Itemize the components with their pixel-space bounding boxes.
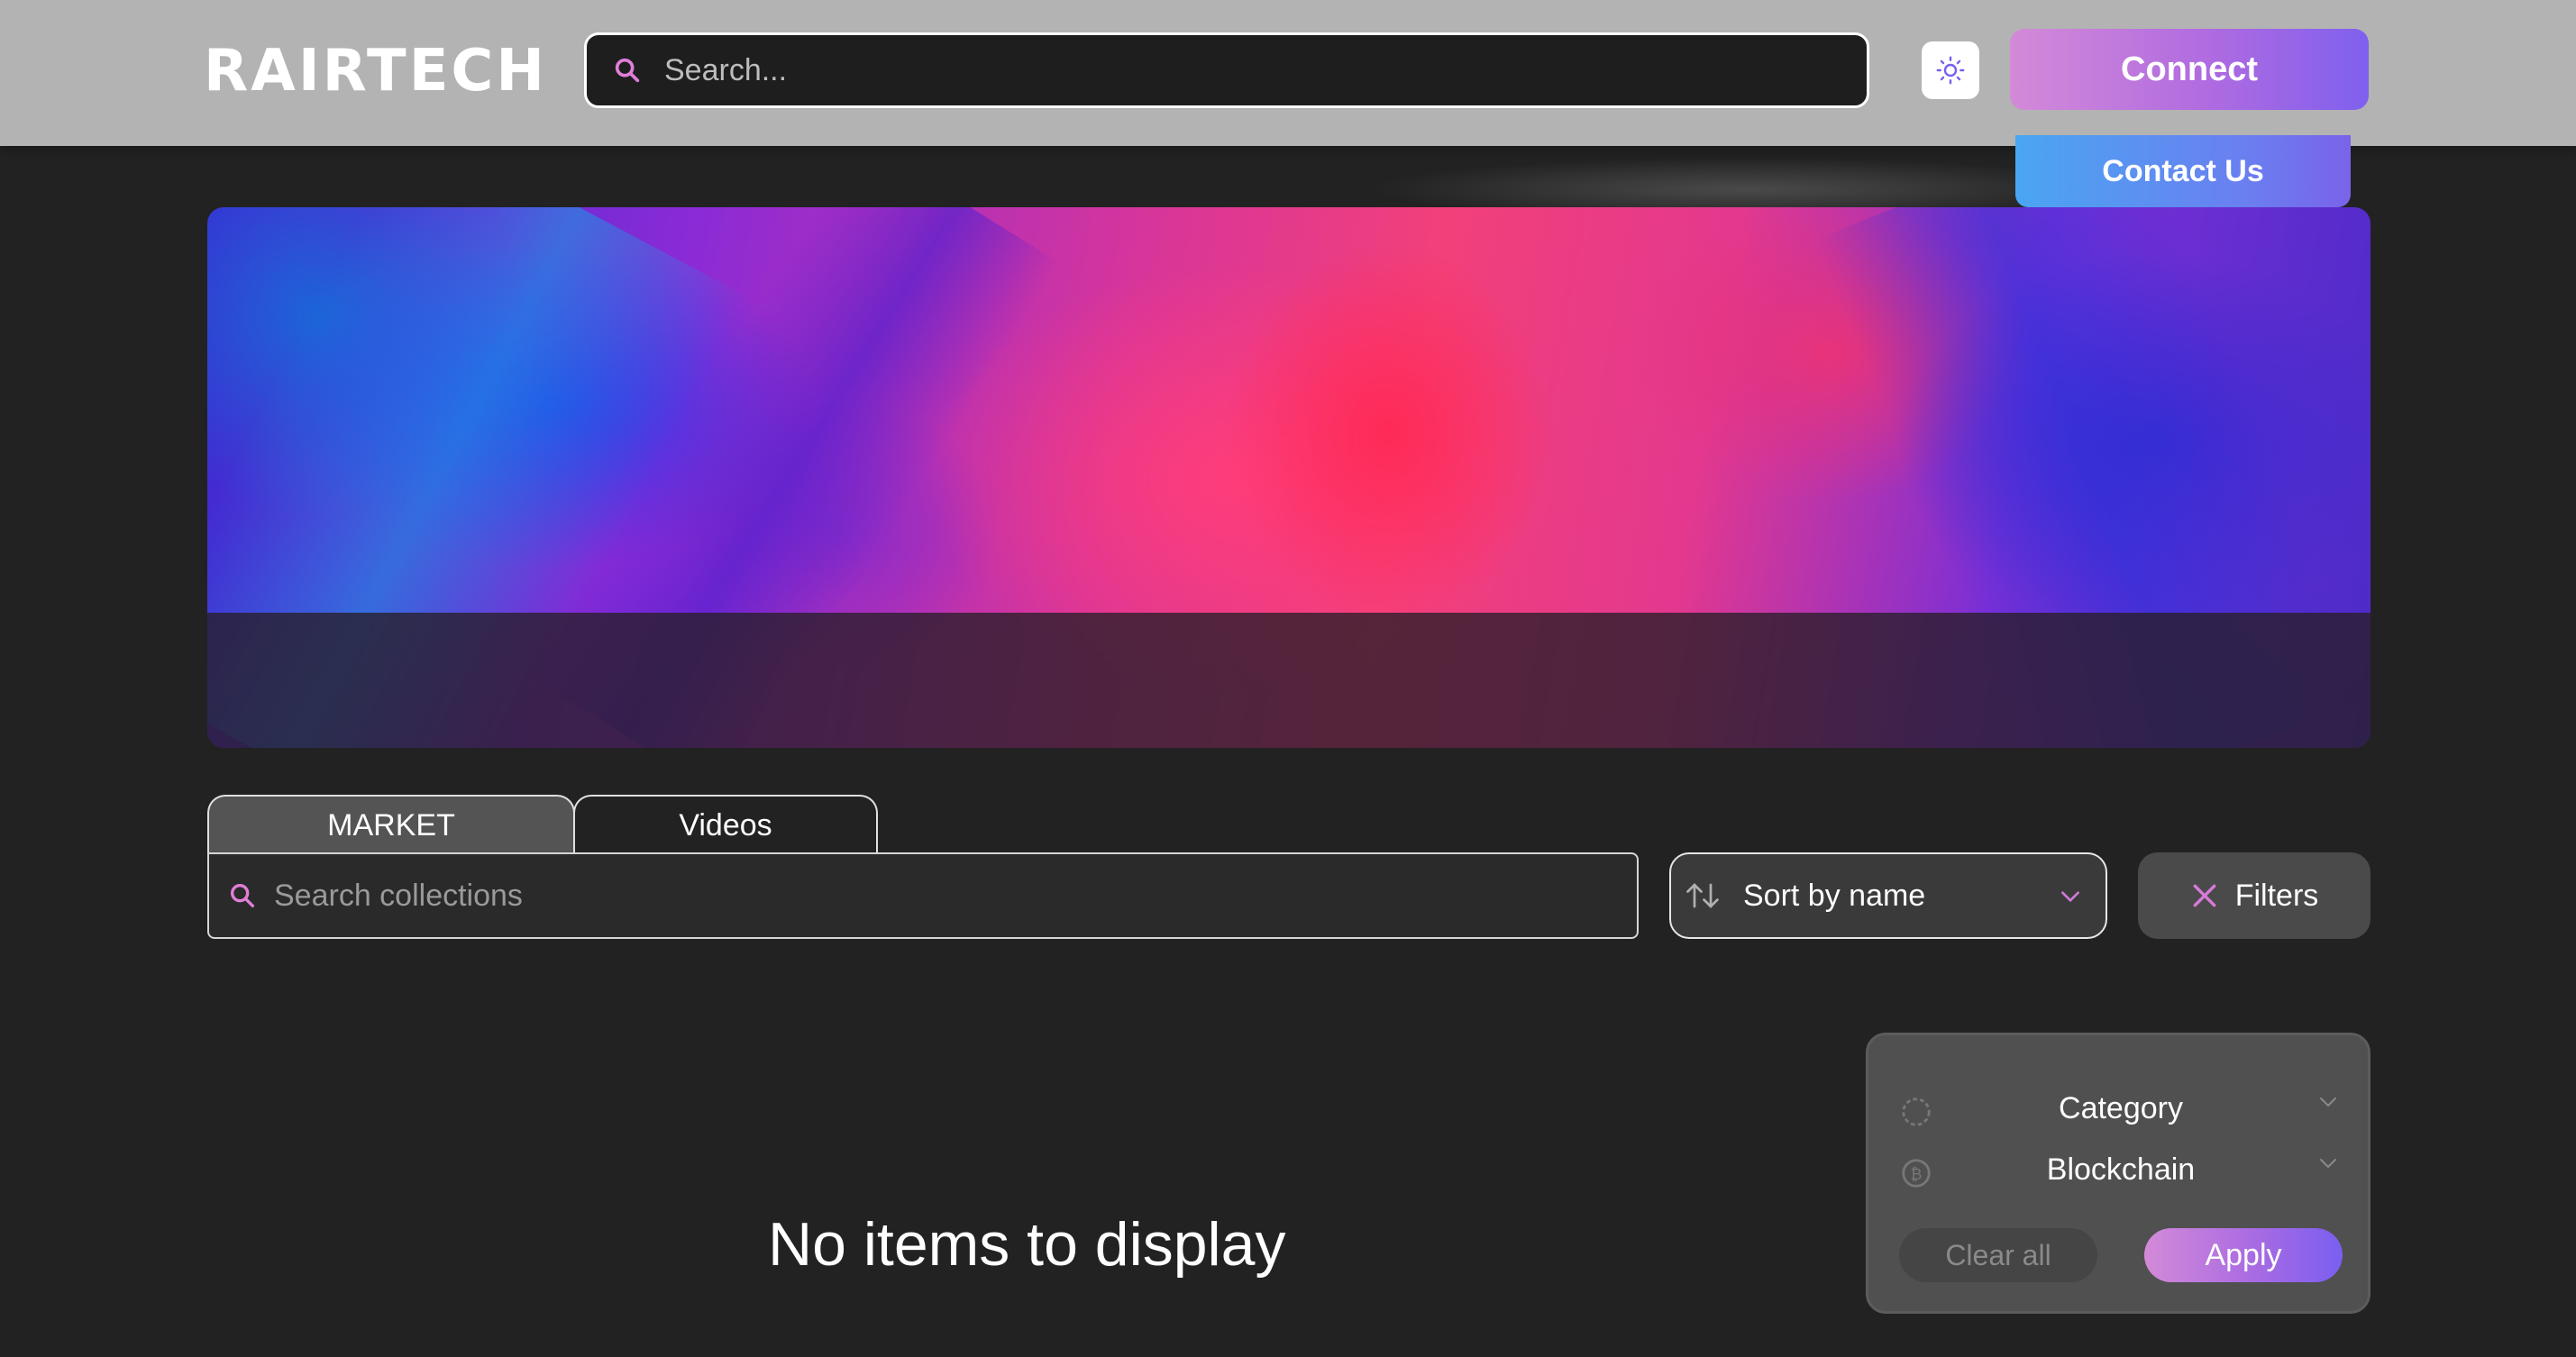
global-search-input[interactable]: [664, 52, 1836, 88]
collection-search-input[interactable]: [274, 878, 1536, 914]
sort-dropdown[interactable]: Sort by name: [1669, 852, 2107, 939]
global-search[interactable]: [584, 32, 1869, 108]
sort-icon: [1686, 883, 1719, 908]
theme-toggle-button[interactable]: [1922, 41, 1979, 99]
filters-label: Filters: [2234, 878, 2319, 913]
chevron-down-icon: [2320, 1159, 2336, 1169]
tab-market[interactable]: MARKET: [207, 795, 575, 854]
clear-all-button[interactable]: Clear all: [1899, 1228, 2097, 1282]
filter-blockchain-label: Blockchain: [2046, 1152, 2196, 1187]
empty-state-message: No items to display: [768, 1210, 1286, 1279]
chevron-down-icon: [2061, 891, 2079, 903]
filter-panel: Category ₿ Blockchain Clear all Apply: [1866, 1033, 2370, 1314]
search-icon: [230, 883, 255, 908]
apply-button[interactable]: Apply: [2144, 1228, 2343, 1282]
top-header: RAIRTECH Connect: [0, 0, 2576, 146]
hero-banner: [207, 207, 2370, 748]
search-icon: [615, 58, 640, 83]
contact-us-button[interactable]: Contact Us: [2015, 135, 2351, 207]
close-icon: [2193, 884, 2216, 907]
filter-category-label: Category: [2059, 1091, 2183, 1125]
site-logo[interactable]: RAIRTECH: [204, 40, 547, 103]
filter-blockchain[interactable]: ₿ Blockchain: [1868, 1143, 2373, 1198]
connect-button[interactable]: Connect: [2010, 29, 2369, 110]
collection-search[interactable]: [207, 852, 1639, 939]
tab-videos[interactable]: Videos: [573, 795, 878, 854]
sun-icon: [1936, 56, 1965, 85]
filters-button[interactable]: Filters: [2138, 852, 2370, 939]
filter-category[interactable]: Category: [1868, 1082, 2373, 1136]
sort-label: Sort by name: [1743, 878, 1926, 913]
banner-shade: [207, 613, 2370, 748]
chevron-down-icon: [2320, 1097, 2336, 1107]
